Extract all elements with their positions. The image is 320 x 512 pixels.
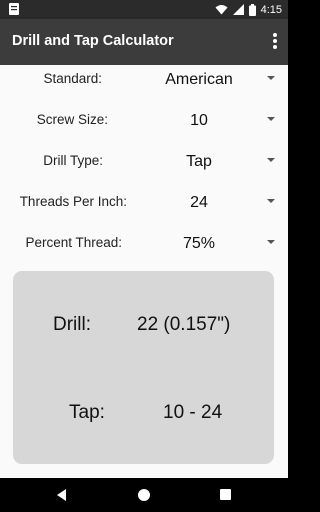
screw-size-row: Screw Size: 10 bbox=[0, 106, 288, 146]
status-bar: 4:15 bbox=[0, 0, 288, 19]
app-bar: Drill and Tap Calculator bbox=[0, 19, 288, 65]
chevron-down-icon[interactable] bbox=[267, 240, 275, 244]
wifi-icon bbox=[215, 5, 228, 15]
screw-size-label: Screw Size: bbox=[36, 112, 108, 127]
chevron-down-icon[interactable] bbox=[267, 117, 275, 121]
drill-result-value: 22 (0.157") bbox=[137, 314, 231, 335]
percent-thread-select[interactable]: 75% bbox=[139, 235, 259, 253]
recents-icon[interactable] bbox=[220, 489, 231, 500]
signal-icon bbox=[232, 4, 244, 15]
standard-row: Standard: American bbox=[0, 65, 288, 105]
overflow-menu-icon[interactable] bbox=[272, 33, 278, 51]
threads-per-inch-row: Threads Per Inch: 24 bbox=[0, 188, 288, 228]
standard-label: Standard: bbox=[43, 71, 102, 86]
status-time: 4:15 bbox=[260, 3, 282, 16]
content-area: Standard: American Screw Size: 10 Drill … bbox=[0, 65, 288, 478]
percent-thread-label: Percent Thread: bbox=[25, 235, 122, 250]
back-icon[interactable] bbox=[57, 489, 66, 501]
tap-result-value: 10 - 24 bbox=[163, 402, 223, 423]
percent-thread-row: Percent Thread: 75% bbox=[0, 229, 288, 269]
tap-result-label: Tap: bbox=[69, 402, 105, 423]
threads-per-inch-label: Threads Per Inch: bbox=[19, 194, 127, 209]
home-icon[interactable] bbox=[138, 489, 150, 501]
result-card: Drill: 22 (0.157") Tap: 10 - 24 bbox=[13, 271, 274, 464]
drill-result-label: Drill: bbox=[53, 314, 91, 335]
chevron-down-icon[interactable] bbox=[267, 76, 275, 80]
notification-icon bbox=[9, 3, 19, 15]
drill-type-row: Drill Type: Tap bbox=[0, 147, 288, 187]
battery-icon bbox=[248, 3, 256, 16]
standard-select[interactable]: American bbox=[139, 71, 259, 89]
app-title: Drill and Tap Calculator bbox=[12, 33, 174, 49]
threads-per-inch-select[interactable]: 24 bbox=[139, 194, 259, 212]
screw-size-select[interactable]: 10 bbox=[139, 112, 259, 130]
navigation-bar bbox=[0, 478, 288, 512]
drill-type-select[interactable]: Tap bbox=[139, 153, 259, 171]
drill-type-label: Drill Type: bbox=[43, 153, 103, 168]
chevron-down-icon[interactable] bbox=[267, 199, 275, 203]
chevron-down-icon[interactable] bbox=[267, 158, 275, 162]
